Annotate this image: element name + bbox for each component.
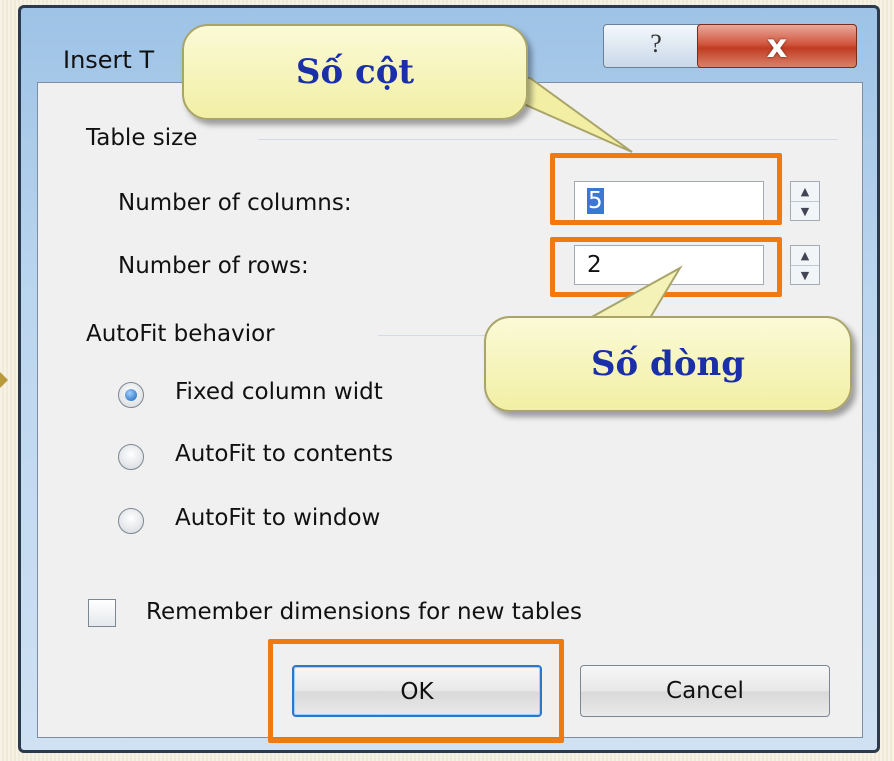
callout-columns: Số cột [182, 24, 528, 120]
callout-rows: Số dòng [484, 316, 852, 412]
callout-pointer-rows [586, 265, 683, 319]
